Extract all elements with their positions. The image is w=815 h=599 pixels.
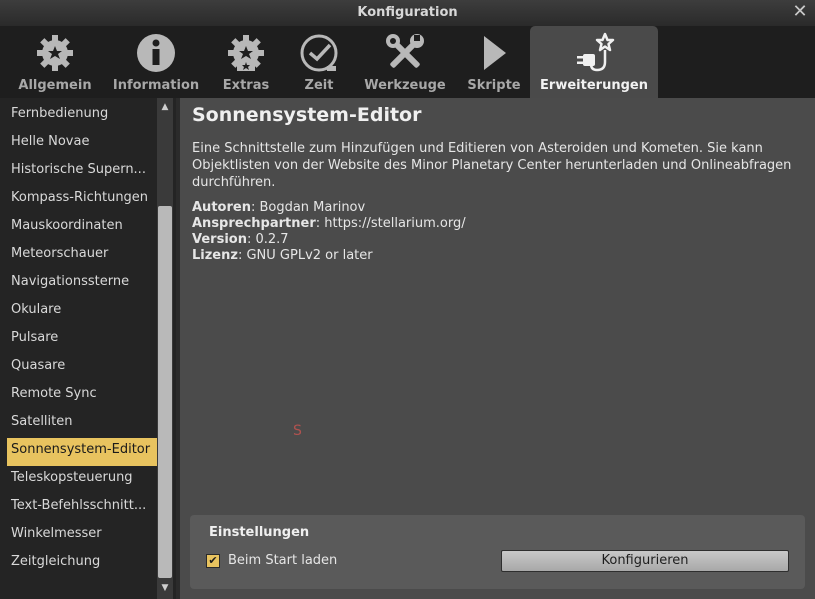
- list-scrollbar[interactable]: ▲ ▼: [157, 98, 173, 599]
- plugin-title: Sonnensystem-Editor: [192, 104, 422, 126]
- list-item[interactable]: Fernbedienung: [0, 102, 157, 130]
- tab-information[interactable]: Information: [110, 26, 202, 98]
- load-at-startup-label[interactable]: Beim Start laden: [228, 553, 337, 568]
- license-row: Lizenz: GNU GPLv2 or later: [192, 248, 466, 264]
- license-value: : GNU GPLv2 or later: [237, 248, 373, 263]
- tab-skripte[interactable]: Skripte: [462, 26, 526, 98]
- version-row: Version: 0.2.7: [192, 232, 466, 248]
- version-key: Version: [192, 232, 247, 247]
- gear-icon: [37, 35, 73, 71]
- tab-allgemein[interactable]: Allgemein: [0, 26, 110, 98]
- sky-cardinal-label: S: [293, 423, 302, 439]
- tools-icon: [386, 34, 424, 68]
- list-item[interactable]: Zeitgleichung: [0, 550, 157, 578]
- scroll-down-icon[interactable]: ▼: [157, 581, 173, 595]
- tab-label: Information: [112, 78, 200, 93]
- tab-zeit[interactable]: Zeit: [290, 26, 348, 98]
- gear-star-icon: [228, 35, 264, 71]
- info-icon: [137, 34, 175, 72]
- configure-button[interactable]: Konfigurieren: [501, 550, 789, 572]
- list-item[interactable]: Meteorschauer: [0, 242, 157, 270]
- window-title: Konfiguration: [357, 5, 458, 20]
- plugin-description: Eine Schnittstelle zum Hinzufügen und Ed…: [192, 141, 792, 190]
- contact-key: Ansprechpartner: [192, 216, 316, 231]
- list-item[interactable]: Pulsare: [0, 326, 157, 354]
- list-item[interactable]: Text-Befehlsschnitt...: [0, 494, 157, 522]
- tab-extras[interactable]: Extras: [202, 26, 290, 98]
- tab-label: Skripte: [467, 78, 521, 93]
- list-item[interactable]: Kompass-Richtungen: [0, 186, 157, 214]
- tab-label: Erweiterungen: [540, 78, 648, 93]
- plugin-details-panel: Sonnensystem-Editor Eine Schnittstelle z…: [180, 98, 815, 599]
- clock-icon: [300, 34, 338, 72]
- window-titlebar[interactable]: Konfiguration ✕: [0, 0, 815, 26]
- license-key: Lizenz: [192, 248, 238, 263]
- list-item[interactable]: Teleskopsteuerung: [0, 466, 157, 494]
- settings-title: Einstellungen: [209, 525, 310, 540]
- authors-key: Autoren: [192, 200, 251, 215]
- scroll-up-icon[interactable]: ▲: [157, 100, 173, 114]
- version-value: : 0.2.7: [246, 232, 289, 247]
- list-item[interactable]: Quasare: [0, 354, 157, 382]
- tab-bar: Allgemein Information Extras Zeit Werkze…: [0, 26, 815, 98]
- list-item[interactable]: Okulare: [0, 298, 157, 326]
- tab-label: Zeit: [304, 78, 334, 93]
- list-item[interactable]: Winkelmesser: [0, 522, 157, 550]
- tab-label: Werkzeuge: [364, 78, 446, 93]
- tab-label: Allgemein: [18, 78, 92, 93]
- list-item[interactable]: Helle Novae: [0, 130, 157, 158]
- scroll-thumb[interactable]: [158, 206, 172, 578]
- load-at-startup-checkbox[interactable]: ✔: [206, 554, 220, 568]
- play-icon: [484, 36, 506, 70]
- tab-label: Extras: [222, 78, 270, 93]
- contact-value: : https://stellarium.org/: [315, 216, 466, 231]
- list-item[interactable]: Satelliten: [0, 410, 157, 438]
- contact-row: Ansprechpartner: https://stellarium.org/: [192, 216, 466, 232]
- list-item-selected[interactable]: Sonnensystem-Editor: [7, 438, 157, 466]
- plugin-list: Fernbedienung Helle Novae Historische Su…: [0, 98, 176, 599]
- close-icon[interactable]: ✕: [791, 2, 809, 22]
- authors-value: : Bogdan Marinov: [250, 200, 366, 215]
- list-item[interactable]: Mauskoordinaten: [0, 214, 157, 242]
- authors-row: Autoren: Bogdan Marinov: [192, 200, 466, 216]
- tab-erweiterungen[interactable]: Erweiterungen: [530, 26, 658, 98]
- settings-group: Einstellungen ✔ Beim Start laden Konfigu…: [190, 515, 805, 589]
- list-item[interactable]: Historische Supern...: [0, 158, 157, 186]
- plugin-meta: Autoren: Bogdan Marinov Ansprechpartner:…: [192, 200, 466, 264]
- list-item[interactable]: Navigationssterne: [0, 270, 157, 298]
- plugin-icon: [577, 32, 615, 72]
- list-item[interactable]: Remote Sync: [0, 382, 157, 410]
- tab-werkzeuge[interactable]: Werkzeuge: [348, 26, 462, 98]
